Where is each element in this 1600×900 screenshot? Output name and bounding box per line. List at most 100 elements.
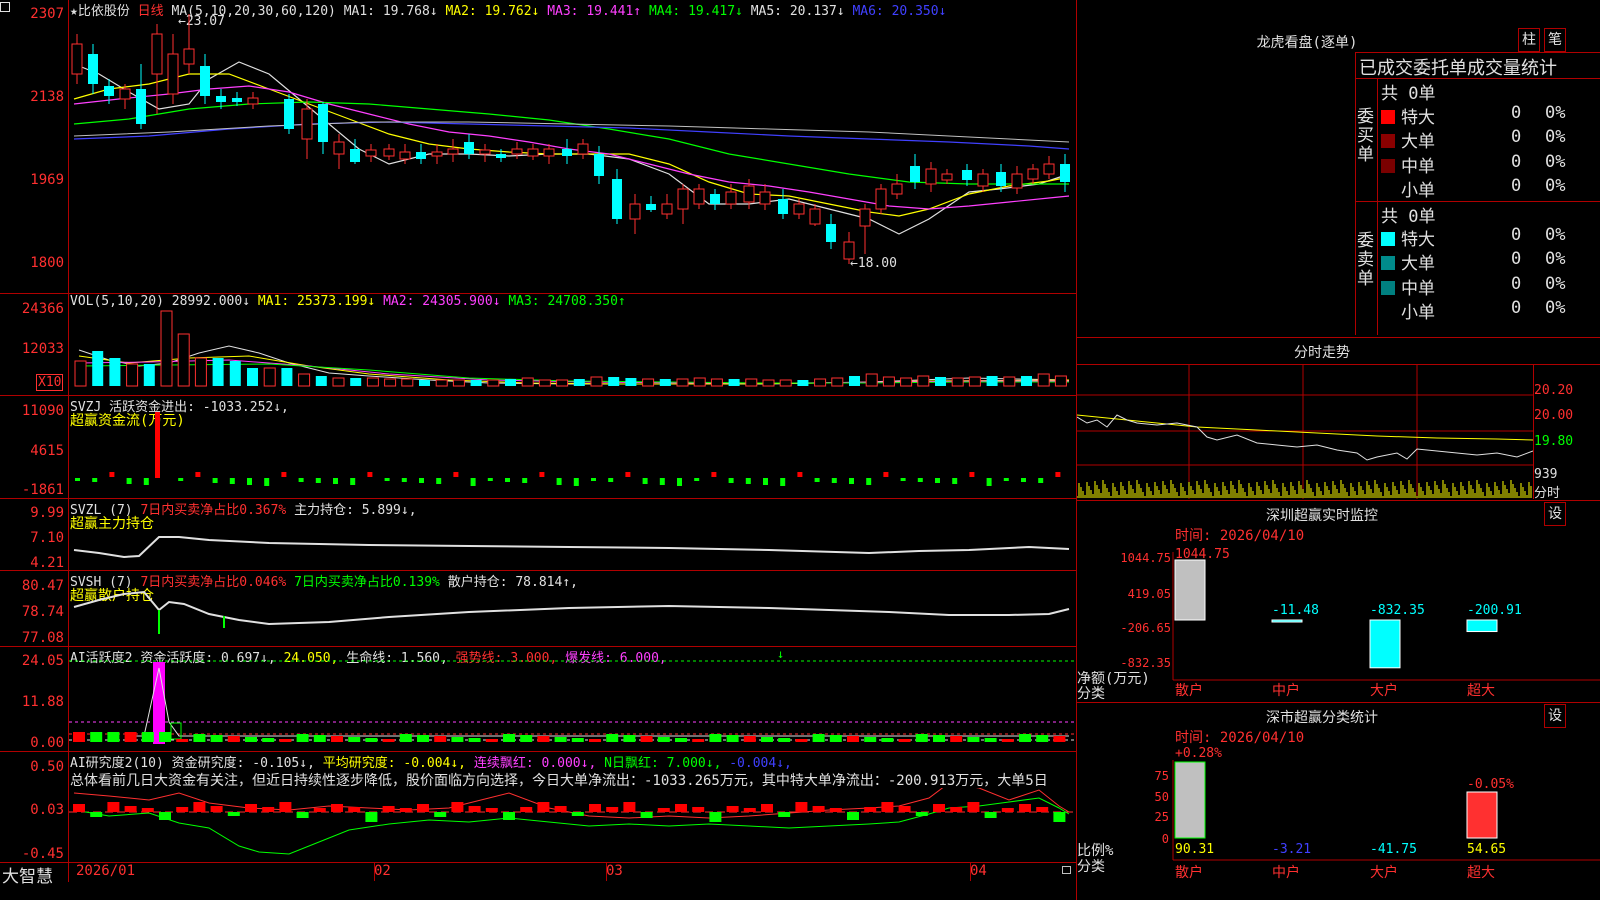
- order-pct: 0%: [1545, 103, 1566, 123]
- classify-ytick: 50: [1155, 790, 1169, 804]
- bar-mode-button[interactable]: 柱: [1518, 28, 1540, 52]
- candle-body: [594, 154, 604, 176]
- candle-body: [496, 154, 506, 158]
- svzj-chart[interactable]: [69, 400, 1075, 497]
- main-ytick: 2307: [30, 6, 64, 22]
- candle-body: [136, 89, 146, 124]
- volume-bar: [849, 376, 860, 386]
- research-bar: [915, 812, 928, 816]
- volume-bar: [435, 379, 448, 387]
- candle-body: [543, 148, 555, 157]
- candle-body: [843, 241, 855, 260]
- volume-bar: [401, 378, 414, 387]
- ma-line-yellow: [73, 73, 1070, 217]
- lock-icon[interactable]: [1062, 866, 1071, 874]
- ai2-continuous-red: 连续飘红: 0.000↓,: [473, 756, 597, 771]
- activity-bar: [124, 732, 137, 742]
- activity-bar: [434, 736, 447, 742]
- order-pct: 0%: [1545, 175, 1566, 196]
- tick-mode-button[interactable]: 笔: [1544, 28, 1566, 52]
- order-row: 中单 0 0%: [1381, 274, 1565, 299]
- research-bar: [210, 806, 223, 812]
- svzj-ytick: 4615: [30, 443, 64, 459]
- order-row: 大单 0 0%: [1381, 127, 1565, 152]
- classify-value-label: 54.65: [1467, 842, 1506, 857]
- volume-bar: [143, 364, 155, 386]
- flow-bar: [986, 478, 992, 486]
- monitor-chart[interactable]: 1044.75 419.05 -206.65 -832.35 1044.75 散户 -11…: [1077, 540, 1600, 702]
- flow-bar: [711, 472, 717, 477]
- classify-category: 超大: [1467, 865, 1495, 881]
- research-bar: [485, 808, 498, 812]
- activity-bar: [623, 735, 636, 742]
- order-type: 中单: [1401, 278, 1435, 299]
- activity-bar: [417, 735, 429, 742]
- volume-bar: [590, 376, 603, 387]
- intraday-chart[interactable]: [1077, 365, 1533, 499]
- activity-bar: [313, 735, 326, 742]
- activity-bar: [589, 739, 601, 742]
- volume-bar: [126, 363, 139, 387]
- flow-bar: [298, 478, 304, 482]
- volume-bar: [74, 360, 87, 387]
- research-bar: [365, 812, 378, 822]
- volume-bar: [1037, 373, 1050, 387]
- ai2-header: AI研究度2(10) 资金研究度: -0.105↓, 平均研究度: -0.004…: [70, 752, 792, 771]
- svsh-chart[interactable]: [69, 572, 1075, 646]
- flow-bar: [126, 478, 132, 484]
- intraday-vol-unit: 分时: [1534, 486, 1561, 501]
- volume-bar: [1054, 375, 1067, 387]
- ai2-ytick: 0.50: [30, 759, 64, 775]
- volume-chart[interactable]: [69, 308, 1075, 394]
- monitor-bar: [1174, 559, 1206, 621]
- activity-bar: [537, 736, 550, 742]
- classify-ytick: 25: [1155, 810, 1169, 824]
- order-pct: 0%: [1545, 127, 1566, 148]
- activity-bar: [365, 738, 378, 742]
- flow-bar: [470, 478, 476, 486]
- volume-bar: [814, 378, 827, 387]
- research-bar: [1001, 808, 1014, 812]
- volume-bar: [831, 377, 844, 387]
- order-stats-title: 已成交委托单成交量统计: [1359, 58, 1557, 79]
- volume-bar: [229, 361, 241, 386]
- monitor-settings-button[interactable]: 设: [1544, 502, 1566, 526]
- activity-bar: [331, 736, 343, 742]
- legend-swatch: [1381, 134, 1395, 149]
- sell-side-label: 委卖单: [1357, 231, 1374, 289]
- candle-body: [232, 98, 242, 102]
- research-bar: [950, 807, 963, 812]
- svzl-ytick: 9.99: [30, 505, 64, 521]
- activity-bar: [210, 735, 223, 742]
- activity-bar: [554, 737, 567, 742]
- ai2-chart[interactable]: [69, 788, 1075, 861]
- candle-body: [996, 172, 1006, 186]
- svzl-chart[interactable]: [69, 500, 1075, 570]
- candle-body: [661, 203, 673, 215]
- candle-body: [365, 149, 377, 157]
- legend-swatch: [1381, 158, 1395, 173]
- volume-bar: [452, 379, 465, 387]
- research-bar: [227, 812, 240, 816]
- candlestick-chart[interactable]: [69, 14, 1075, 292]
- lhb-side-border: [1377, 78, 1378, 335]
- candle-body: [710, 194, 720, 204]
- volume-bar: [350, 378, 362, 386]
- candle-body: [778, 199, 788, 214]
- order-vol: 0: [1511, 151, 1522, 172]
- activity-bar: [898, 739, 911, 742]
- volume-bar: [625, 378, 637, 386]
- ai1-chart[interactable]: ↓: [69, 650, 1075, 750]
- order-vol: 0: [1511, 103, 1522, 123]
- classify-settings-button[interactable]: 设: [1544, 704, 1566, 728]
- activity-bar: [262, 738, 275, 742]
- volume-bar: [986, 376, 998, 386]
- flow-bar: [780, 478, 786, 486]
- activity-bar: [107, 732, 120, 742]
- ai1-ytick: 24.05: [21, 653, 64, 669]
- classify-chart[interactable]: 75 50 25 0 90.31 散户 -3.21 中户 -41.75 大户 54.65 超大: [1077, 740, 1600, 900]
- activity-bar: [399, 734, 412, 742]
- chart-area[interactable]: ★比依股份 日线 MA(5,10,20,30,60,120) MA1: 19.7…: [0, 0, 1077, 900]
- flow-bar: [642, 478, 648, 484]
- candle-body: [1011, 173, 1023, 189]
